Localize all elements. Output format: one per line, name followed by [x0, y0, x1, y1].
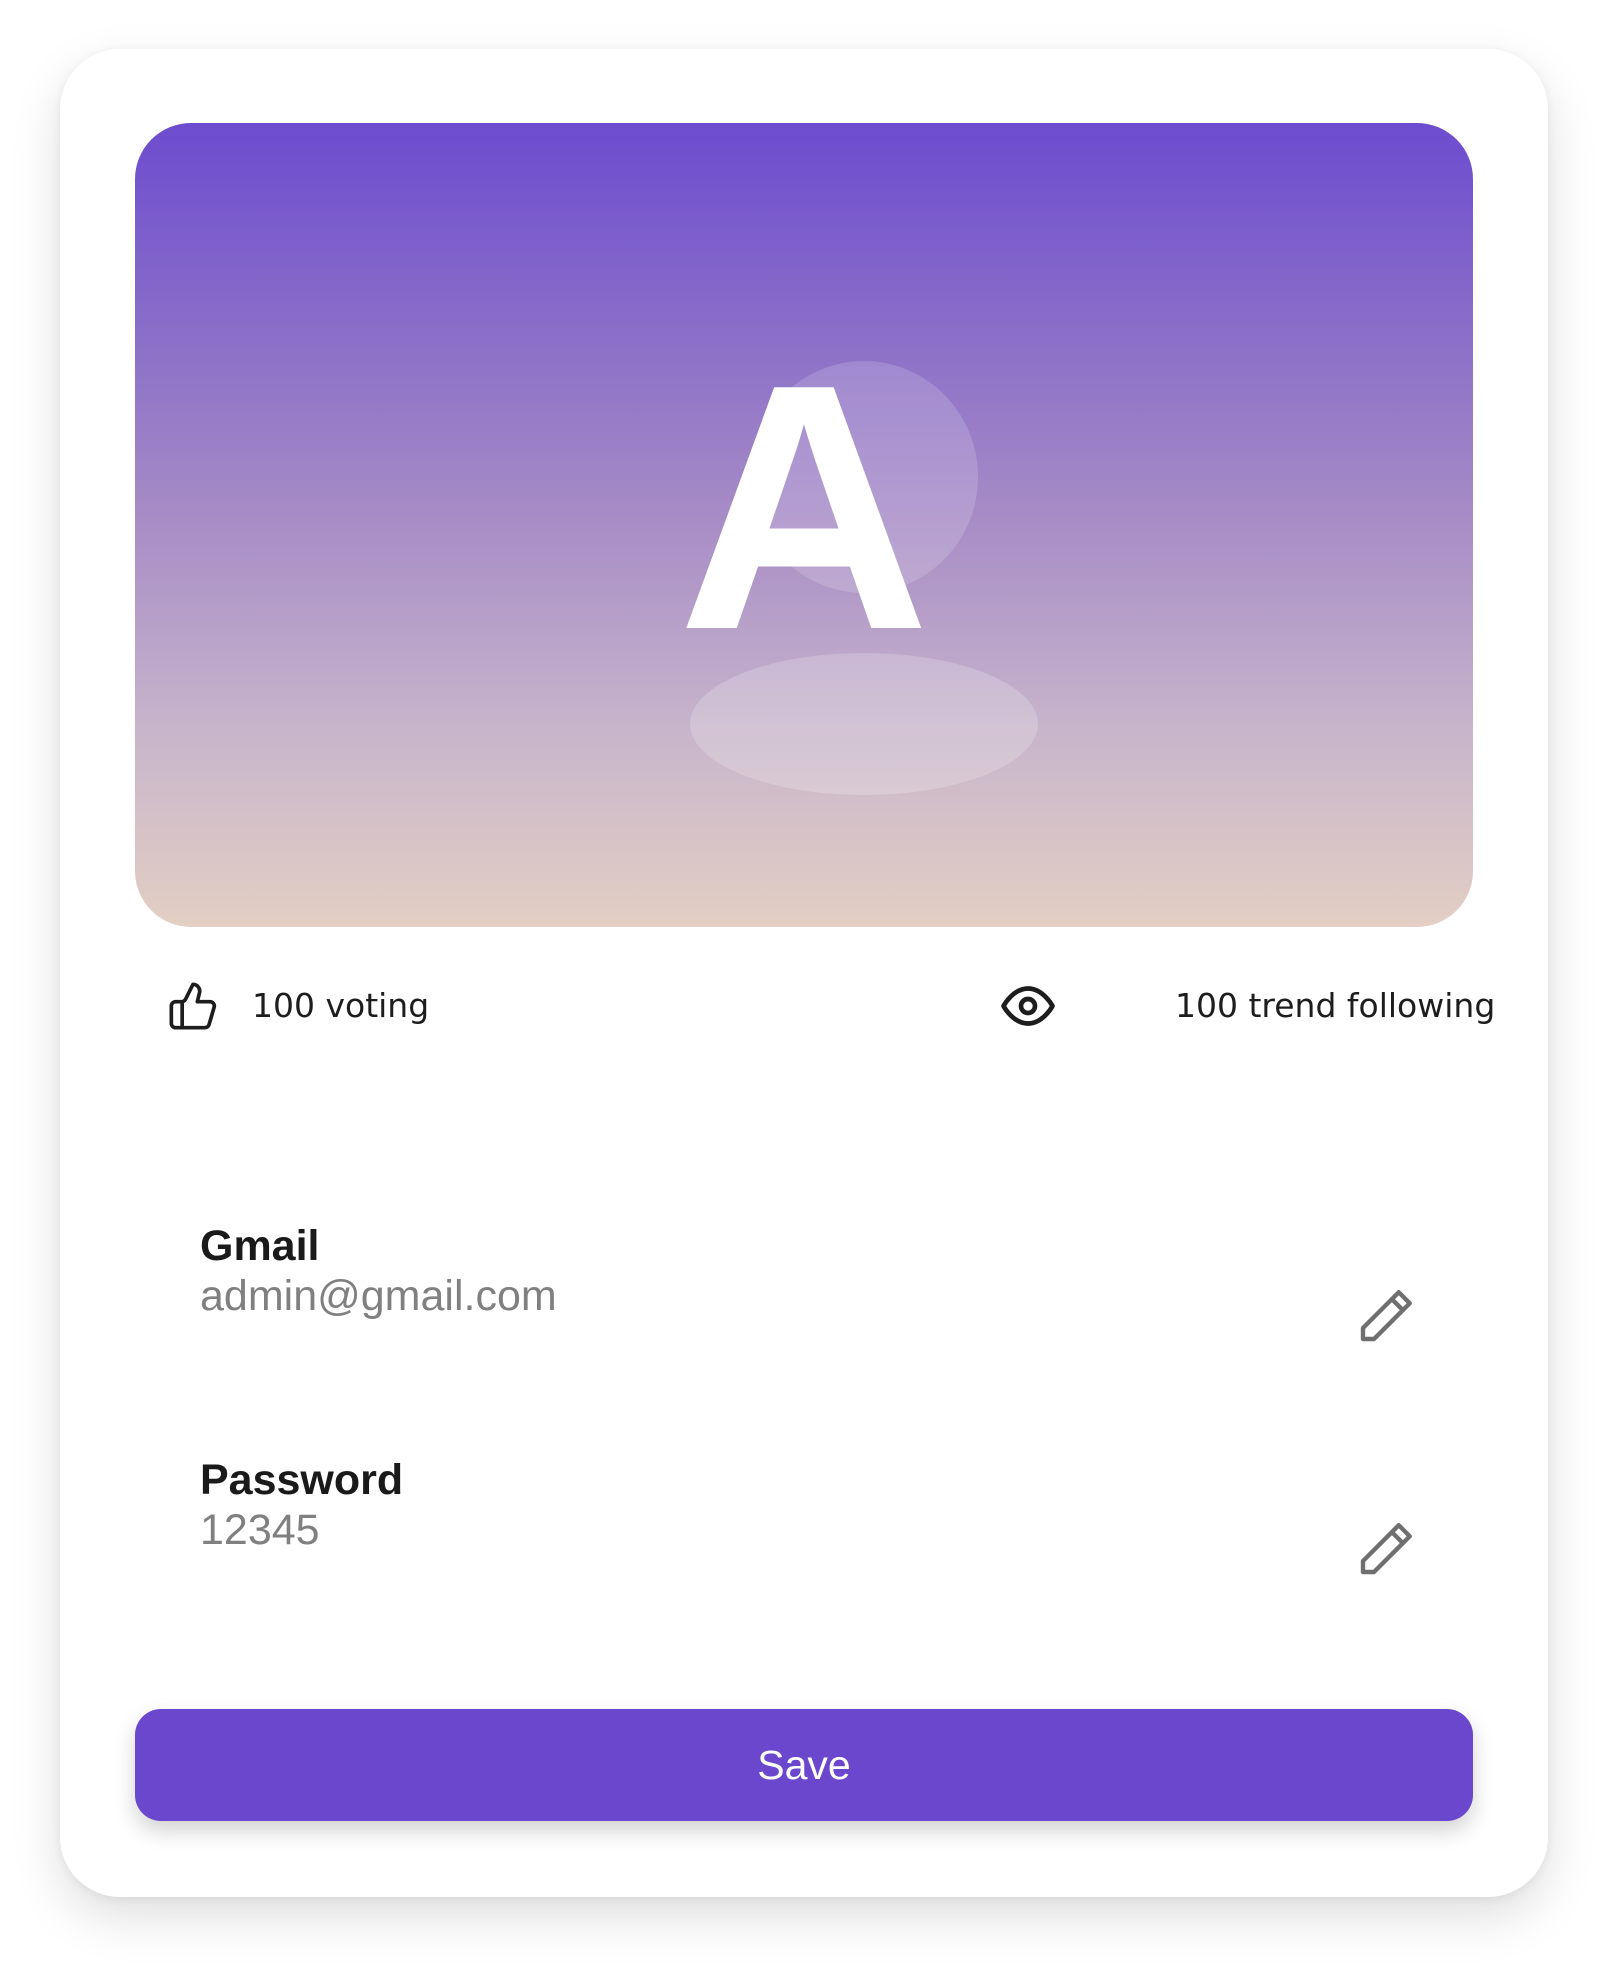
save-button[interactable]: Save — [135, 1709, 1473, 1821]
email-label: Gmail — [200, 1222, 320, 1270]
edit-password-button[interactable] — [1340, 1507, 1430, 1597]
avatar-initial: A — [677, 312, 931, 703]
trend-following-count: 100 trend following — [1175, 986, 1496, 1025]
email-field: Gmail admin@gmail.com — [200, 1221, 1408, 1321]
email-value: admin@gmail.com — [200, 1272, 557, 1320]
pencil-icon — [1352, 1284, 1418, 1354]
edit-email-button[interactable] — [1340, 1274, 1430, 1364]
pencil-icon — [1352, 1517, 1418, 1587]
password-label: Password — [200, 1456, 404, 1504]
profile-banner: A — [135, 123, 1473, 927]
password-field: Password 12345 — [200, 1455, 1408, 1555]
voting-count: 100 voting — [252, 986, 430, 1025]
stats-row: 100 voting 100 trend following — [135, 964, 1495, 1054]
profile-card: A 100 voting 100 trend following Gmail a… — [60, 49, 1548, 1897]
thumbs-up-icon — [167, 980, 219, 1036]
password-value: 12345 — [200, 1506, 320, 1554]
eye-icon — [997, 978, 1059, 1038]
